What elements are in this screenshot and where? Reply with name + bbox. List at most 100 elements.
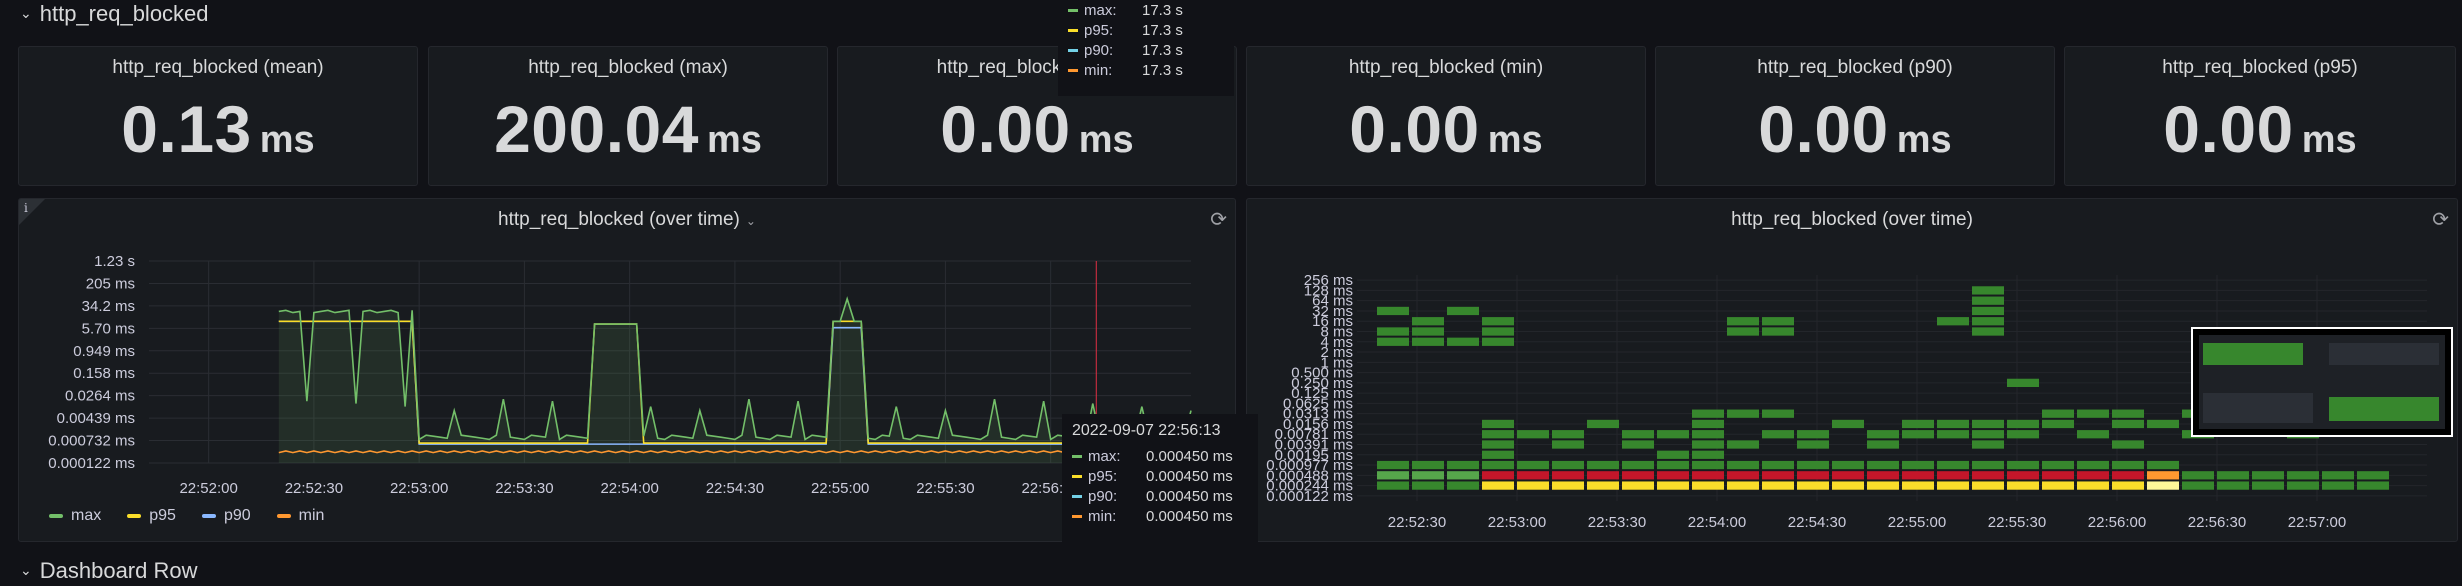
heatmap-cell [1482, 471, 1514, 480]
stat-panel-min[interactable]: http_req_blocked (min) 0.00 ms [1246, 46, 1646, 186]
heatmap-cell [2007, 430, 2039, 439]
timeseries-panel[interactable]: i http_req_blocked (over time) ⌄ ⟳ 1.23 s… [18, 198, 1236, 542]
heatmap-cell [1727, 409, 1759, 418]
heatmap-cell [2007, 471, 2039, 480]
stat-panel-max[interactable]: http_req_blocked (max) 200.04 ms [428, 46, 828, 186]
tooltip-label: min: [1084, 61, 1113, 79]
tooltip-swatch [1068, 8, 1078, 12]
heatmap-cell [1412, 481, 1444, 490]
tooltip-label: p95: [1084, 21, 1114, 39]
heatmap-cell [1657, 450, 1689, 459]
heatmap-cell [2077, 460, 2109, 470]
heatmap-cell [1832, 471, 1864, 480]
heatmap-cell [1972, 317, 2004, 326]
heatmap-cell [2042, 409, 2074, 418]
heatmap-cell [2357, 481, 2389, 490]
heatmap-cell [1377, 471, 1409, 480]
legend-item-p95[interactable]: p95 [127, 507, 176, 525]
heatmap-cell [1377, 327, 1409, 336]
stat-panel-mean[interactable]: http_req_blocked (mean) 0.13 ms [18, 46, 418, 186]
row-header-dashboard-row[interactable]: ⌄ Dashboard Row [20, 558, 197, 584]
stat-unit: ms [1487, 119, 1543, 161]
heatmap-cell [2077, 471, 2109, 480]
legend-swatch [276, 514, 291, 518]
stat-panel-p90[interactable]: http_req_blocked (p90) 0.00 ms [1655, 46, 2055, 186]
panel-title[interactable]: http_req_blocked (over time) [1247, 209, 2457, 231]
x-tick-label: 22:52:30 [285, 480, 343, 497]
stat-unit: ms [259, 119, 315, 161]
x-tick-label: 22:52:00 [179, 480, 237, 497]
legend-item-min[interactable]: min [276, 507, 324, 525]
tooltip-value: 17.3 s [1142, 61, 1183, 79]
stat-value: 200.04 [494, 92, 699, 166]
heatmap-cell [2252, 471, 2284, 480]
stat-unit: ms [706, 119, 762, 161]
heatmap-cell [1937, 460, 1969, 470]
tooltip-row: p90: 0.000450 ms [1072, 486, 1248, 506]
legend-label: p90 [223, 507, 251, 524]
heatmap-cell [1972, 430, 2004, 439]
tooltip-bottom: 2022-09-07 22:56:13 max: 0.000450 ms p95:… [1062, 414, 1258, 552]
heatmap-cell [1482, 481, 1514, 490]
heatmap-cell [2042, 460, 2074, 470]
heatmap-cell [1552, 460, 1584, 470]
tooltip-label: max: [1084, 1, 1117, 19]
y-tick-label: 0.158 ms [73, 365, 135, 382]
x-tick-label: 22:53:00 [390, 480, 448, 497]
heatmap-cell [1832, 481, 1864, 490]
heatmap-cell [2252, 481, 2284, 490]
heatmap-cell [1482, 460, 1514, 470]
panel-title[interactable]: http_req_blocked (over time) ⌄ [19, 209, 1235, 231]
tooltip-swatch [1068, 28, 1078, 32]
heatmap-cell [1762, 409, 1794, 418]
heatmap-cell [1727, 460, 1759, 470]
heatmap-cell [1902, 481, 1934, 490]
chevron-down-icon: ⌄ [20, 4, 32, 21]
heatmap-cell [1587, 419, 1619, 429]
x-tick-label: 22:57:00 [2288, 514, 2346, 531]
heatmap-cell [1692, 409, 1724, 418]
heatmap-cell [1937, 471, 1969, 480]
heatmap-cell [2112, 409, 2144, 418]
legend-item-max[interactable]: max [49, 507, 101, 525]
stat-title: http_req_blocked (p95) [2162, 57, 2358, 78]
stat-title: http_req_blocked (min) [1348, 57, 1544, 78]
heatmap-cell [2147, 471, 2179, 480]
heatmap-cell [1727, 471, 1759, 480]
stat-unit: ms [1078, 119, 1134, 161]
tooltip-row: p95: 17.3 s [1068, 20, 1224, 40]
heatmap-cell [1482, 327, 1514, 336]
heatmap-cell [1797, 440, 1829, 449]
y-tick-label: 0.949 ms [73, 343, 135, 360]
heatmap-cell [1797, 481, 1829, 490]
heatmap-cell [2007, 419, 2039, 429]
row-header-http-req-blocked[interactable]: ⌄ http_req_blocked [20, 1, 209, 27]
legend-item-p90[interactable]: p90 [201, 507, 251, 525]
dashboard-thumbnail-preview [2191, 327, 2453, 437]
heatmap-cell [1412, 317, 1444, 326]
tooltip-time: 2022-09-07 22:56:13 [1072, 422, 1221, 439]
stat-panel-p95[interactable]: http_req_blocked (p95) 0.00 ms [2064, 46, 2456, 186]
stat-title: http_req_blocked (p90) [1757, 57, 1953, 78]
heatmap-cell [1727, 317, 1759, 326]
heatmap-cell [1692, 430, 1724, 439]
tooltip-row: p90: 17.3 s [1068, 40, 1224, 60]
heatmap-cell [1867, 430, 1899, 439]
heatmap-cell [1657, 430, 1689, 439]
tooltip-swatch [1068, 48, 1078, 52]
heatmap-cell [1762, 471, 1794, 480]
heatmap-cell [1692, 481, 1724, 490]
heatmap-panel[interactable]: http_req_blocked (over time) ⟳ 256 ms 128… [1246, 198, 2458, 542]
heatmap-cell [1902, 430, 1934, 439]
heatmap-cell [1937, 317, 1969, 326]
heatmap-cell [1727, 481, 1759, 490]
heatmap-cell [1657, 481, 1689, 490]
chevron-down-icon: ⌄ [20, 561, 32, 578]
x-tick-label: 22:55:30 [1988, 514, 2046, 531]
heatmap-cell [1692, 450, 1724, 459]
heatmap-cell [2112, 419, 2144, 429]
tooltip-label: p90: [1084, 41, 1114, 59]
heatmap-cell [1622, 481, 1654, 490]
heatmap-cell [1972, 306, 2004, 316]
timeseries-chart[interactable]: 1.23 s 205 ms 34.2 ms 5.70 ms 0.949 ms 0.158 … [19, 229, 1236, 529]
